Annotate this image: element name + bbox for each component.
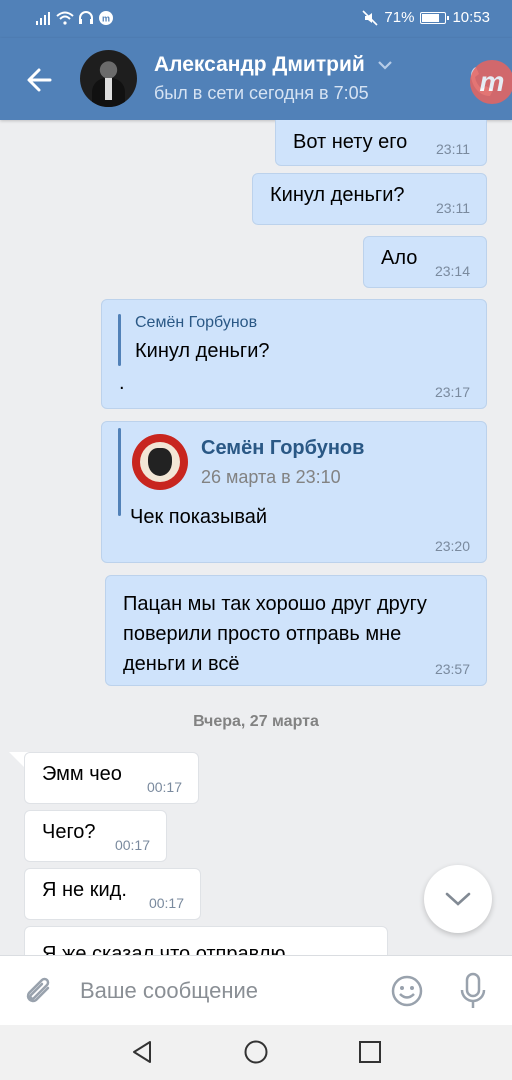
- vk-app-icon: m: [99, 11, 113, 25]
- clock: 10:53: [452, 9, 490, 26]
- forward-bar: [118, 428, 121, 516]
- brand-badge: m: [470, 60, 512, 104]
- message-time: 00:17: [148, 895, 184, 911]
- message-time: 23:57: [434, 661, 470, 677]
- contact-name-text: Александр Дмитрий: [154, 53, 365, 76]
- message-time: 23:17: [434, 384, 470, 400]
- forward-author[interactable]: Семён Горбунов: [201, 437, 364, 460]
- chat-header: Александр Дмитрий был в сети сегодня в 7…: [0, 38, 512, 120]
- date-separator: Вчера, 27 марта: [193, 713, 319, 730]
- message-outgoing[interactable]: Вот нету его 23:11: [275, 120, 487, 166]
- signal-icon: [36, 12, 50, 25]
- message-text: .: [119, 372, 125, 394]
- battery-icon: [420, 11, 450, 24]
- message-text: Пацан мы так хорошо друг другу поверили …: [123, 589, 427, 679]
- status-bar: m 71% 10:53: [0, 0, 512, 38]
- message-time: 23:11: [436, 200, 470, 216]
- message-text: Я же сказал что отправлю: [42, 943, 286, 955]
- message-text: Кинул деньги?: [270, 184, 405, 206]
- circle-home-icon[interactable]: [243, 1039, 269, 1065]
- forward-author-avatar[interactable]: [132, 434, 188, 490]
- reply-quoted-text: Кинул деньги?: [135, 340, 270, 362]
- avatar-figure: [148, 448, 172, 476]
- contact-avatar[interactable]: [80, 50, 137, 107]
- message-outgoing-forward[interactable]: Семён Горбунов 26 марта в 23:10 Чек пока…: [101, 421, 487, 563]
- message-outgoing-reply[interactable]: Семён Горбунов Кинул деньги? . 23:17: [101, 299, 487, 409]
- message-time: 23:20: [434, 538, 470, 554]
- message-text: Чек показывай: [130, 506, 268, 528]
- message-outgoing[interactable]: Кинул деньги? 23:11: [252, 173, 487, 225]
- headset-icon: [79, 11, 93, 24]
- reply-author: Семён Горбунов: [135, 314, 258, 331]
- message-text: Ало: [381, 247, 418, 269]
- message-time: 00:17: [146, 779, 182, 795]
- message-input[interactable]: Ваше сообщение: [80, 978, 258, 1004]
- contact-name[interactable]: Александр Дмитрий: [154, 53, 393, 77]
- scroll-to-bottom-button[interactable]: [424, 865, 492, 933]
- avatar-shirt: [105, 78, 112, 100]
- back-button[interactable]: [20, 60, 60, 100]
- paperclip-icon[interactable]: [22, 974, 56, 1010]
- message-line: деньги и всё: [123, 653, 240, 675]
- arrow-left-icon: [27, 68, 52, 92]
- chevron-down-icon: [377, 61, 392, 71]
- message-text: Эмм чео: [42, 763, 122, 785]
- forward-date: 26 марта в 23:10: [201, 467, 341, 487]
- battery-percent: 71%: [384, 9, 415, 26]
- message-list[interactable]: Вот нету его 23:11 Кинул деньги? 23:11 А…: [0, 120, 512, 955]
- status-right: 71% 10:53: [362, 9, 490, 26]
- message-time: 00:17: [114, 837, 150, 853]
- reply-bar: [118, 314, 121, 366]
- message-time: 23:14: [434, 263, 470, 279]
- message-outgoing[interactable]: Пацан мы так хорошо друг другу поверили …: [105, 575, 487, 686]
- chevron-down-icon: [445, 892, 471, 906]
- message-text: Я не кид.: [42, 879, 127, 901]
- message-incoming[interactable]: Я же сказал что отправлю: [24, 926, 388, 955]
- message-line: поверили просто отправь мне: [123, 623, 402, 645]
- status-left-icons: m: [36, 10, 114, 26]
- smile-icon[interactable]: [390, 974, 424, 1008]
- message-outgoing[interactable]: Ало 23:14: [363, 236, 487, 288]
- system-nav-bar: [0, 1025, 512, 1080]
- square-recents-icon[interactable]: [357, 1039, 383, 1065]
- wifi-icon: [56, 11, 74, 25]
- svg-text:m: m: [102, 14, 110, 24]
- message-line: Пацан мы так хорошо друг другу: [123, 593, 427, 615]
- battery-fill: [422, 13, 440, 22]
- message-incoming[interactable]: Эмм чео 00:17: [24, 752, 199, 804]
- message-incoming[interactable]: Чего? 00:17: [24, 810, 167, 862]
- message-text: Вот нету его: [293, 131, 408, 153]
- last-seen: был в сети сегодня в 7:05: [154, 83, 369, 103]
- message-incoming[interactable]: Я не кид. 00:17: [24, 868, 201, 920]
- message-composer: Ваше сообщение: [0, 955, 512, 1026]
- mute-icon: [362, 9, 378, 26]
- message-text: Чего?: [42, 821, 96, 843]
- triangle-back-icon[interactable]: [130, 1039, 156, 1065]
- microphone-icon[interactable]: [458, 972, 488, 1010]
- message-time: 23:11: [436, 141, 470, 157]
